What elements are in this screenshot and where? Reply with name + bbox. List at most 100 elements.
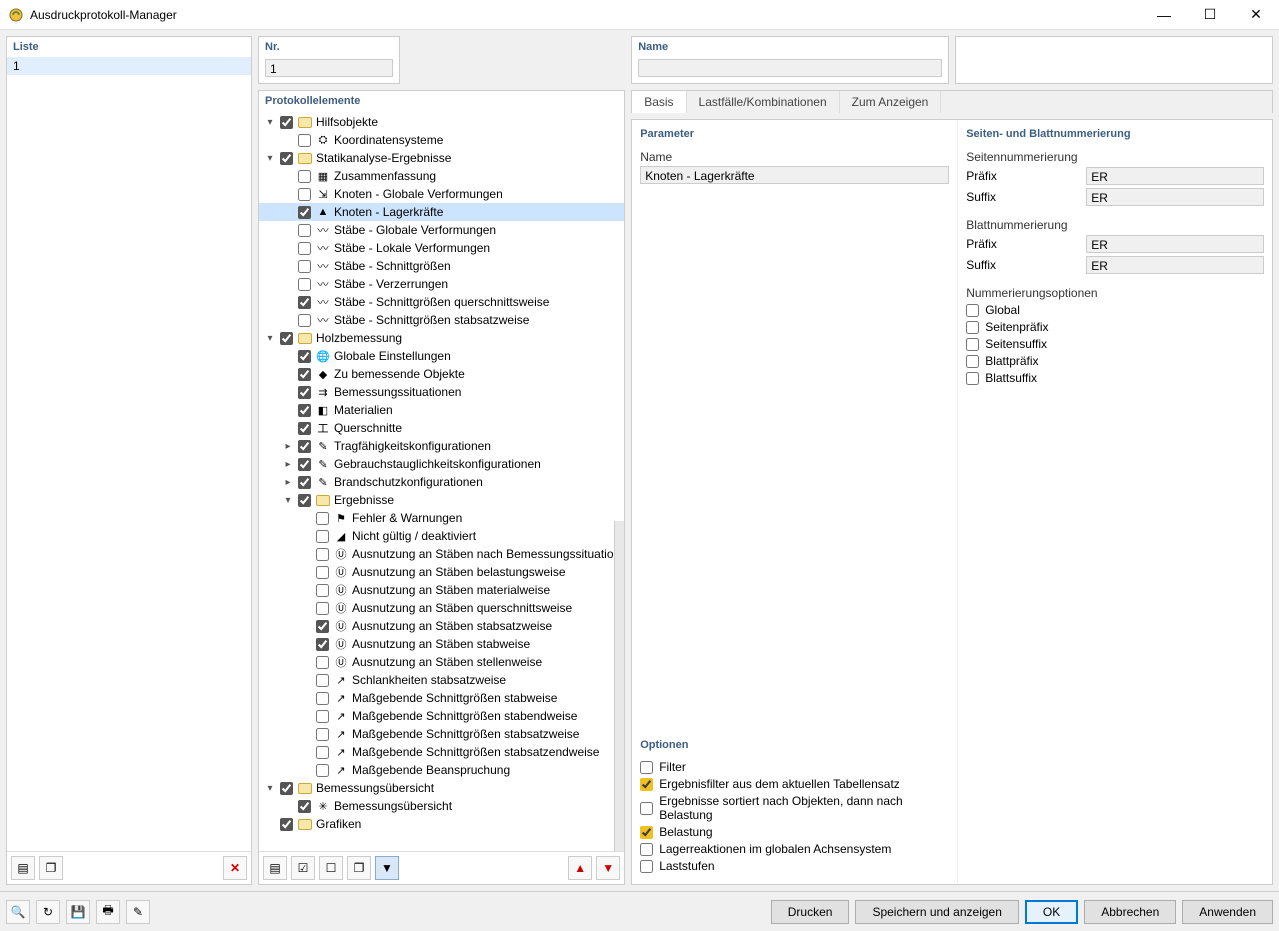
tab-lastfaelle[interactable]: Lastfälle/Kombinationen [687,91,840,113]
tree-checkbox[interactable] [298,404,311,417]
tree-node[interactable]: ▸✎Brandschutzkonfigurationen [259,473,624,491]
expand-icon[interactable]: ▾ [263,153,277,164]
copy-icon[interactable]: ❐ [39,856,63,880]
tree-node[interactable]: 〰Stäbe - Schnittgrößen querschnittsweise [259,293,624,311]
tree-copy-icon[interactable]: ❐ [347,856,371,880]
tree-checkbox[interactable] [298,206,311,219]
tree-checkbox[interactable] [298,476,311,489]
drucken-button[interactable]: Drucken [771,900,850,924]
tree-checkbox[interactable] [298,278,311,291]
tree-checkbox[interactable] [298,494,311,507]
maximize-button[interactable]: ☐ [1187,0,1233,30]
ok-button[interactable]: OK [1025,900,1078,924]
tree-checkbox[interactable] [316,656,329,669]
tree-node[interactable]: ⓊAusnutzung an Stäben materialweise [259,581,624,599]
tree-node[interactable]: ⛭Koordinatensysteme [259,131,624,149]
tree-node[interactable]: ◢Nicht gültig / deaktiviert [259,527,624,545]
delete-icon[interactable]: ✕ [223,856,247,880]
print-icon[interactable]: 🖶 [96,900,120,924]
numopt-checkbox[interactable] [966,338,979,351]
tree-checkbox[interactable] [316,746,329,759]
scrollbar[interactable] [614,521,624,851]
tree-checkbox[interactable] [316,674,329,687]
tree-uncheck-icon[interactable]: ☐ [319,856,343,880]
tree-checkbox[interactable] [298,296,311,309]
numopt-checkbox[interactable] [966,355,979,368]
tree-node[interactable]: ▾Ergebnisse [259,491,624,509]
tree-node[interactable]: 工Querschnitte [259,419,624,437]
tree-node[interactable]: ◧Materialien [259,401,624,419]
name-input[interactable] [638,59,942,77]
tree-node[interactable]: ▾Hilfsobjekte [259,113,624,131]
tree-checkbox[interactable] [298,440,311,453]
expand-icon[interactable]: ▸ [281,441,295,452]
tree-node[interactable]: ⓊAusnutzung an Stäben stellenweise [259,653,624,671]
tree-node[interactable]: ⇉Bemessungssituationen [259,383,624,401]
tree-checkbox[interactable] [298,134,311,147]
tree-node[interactable]: ✳Bemessungsübersicht [259,797,624,815]
tree-node[interactable]: ↗Maßgebende Schnittgrößen stabweise [259,689,624,707]
reload-icon[interactable]: ↻ [36,900,60,924]
tree-checkbox[interactable] [316,548,329,561]
tree-checkbox[interactable] [316,566,329,579]
tree-filter-icon[interactable]: ▼ [375,856,399,880]
option-checkbox[interactable] [640,802,653,815]
tree-checkbox[interactable] [280,818,293,831]
tree-node[interactable]: ↗Maßgebende Schnittgrößen stabsatzendwei… [259,743,624,761]
tree-check-icon[interactable]: ☑ [291,856,315,880]
tab-basis[interactable]: Basis [632,91,686,113]
tree-node[interactable]: 🌐Globale Einstellungen [259,347,624,365]
expand-icon[interactable]: ▾ [263,333,277,344]
expand-icon[interactable]: ▾ [281,495,295,506]
tree-checkbox[interactable] [280,116,293,129]
expand-icon[interactable]: ▾ [263,783,277,794]
tree-checkbox[interactable] [298,368,311,381]
tree-node[interactable]: ⓊAusnutzung an Stäben stabweise [259,635,624,653]
anwenden-button[interactable]: Anwenden [1182,900,1273,924]
tree-checkbox[interactable] [298,260,311,273]
page-prefix-input[interactable]: ER [1086,167,1264,185]
tree-node[interactable]: ▾Statikanalyse-Ergebnisse [259,149,624,167]
expand-icon[interactable]: ▸ [281,459,295,470]
tree-checkbox[interactable] [298,170,311,183]
tree-checkbox[interactable] [316,692,329,705]
abbrechen-button[interactable]: Abbrechen [1084,900,1176,924]
tree-checkbox[interactable] [316,764,329,777]
tree-node[interactable]: ▾Bemessungsübersicht [259,779,624,797]
tree-node[interactable]: Grafiken [259,815,624,833]
move-up-icon[interactable]: ▲ [568,856,592,880]
tab-anzeigen[interactable]: Zum Anzeigen [840,91,942,113]
expand-icon[interactable]: ▾ [263,117,277,128]
tree-checkbox[interactable] [298,188,311,201]
numopt-checkbox[interactable] [966,304,979,317]
translate-icon[interactable]: ✎ [126,900,150,924]
option-checkbox[interactable] [640,860,653,873]
tree-checkbox[interactable] [316,530,329,543]
tree-new-icon[interactable]: ▤ [263,856,287,880]
tree-node[interactable]: ▸✎Gebrauchstauglichkeitskonfigurationen [259,455,624,473]
tree-node[interactable]: ▾Holzbemessung [259,329,624,347]
tree-node[interactable]: ◆Zu bemessende Objekte [259,365,624,383]
tree-checkbox[interactable] [280,332,293,345]
tree-checkbox[interactable] [316,512,329,525]
close-button[interactable]: ✕ [1233,0,1279,30]
tree-checkbox[interactable] [298,242,311,255]
tree-node[interactable]: 〰Stäbe - Globale Verformungen [259,221,624,239]
tree-checkbox[interactable] [316,602,329,615]
tree-node[interactable]: ↗Maßgebende Beanspruchung [259,761,624,779]
tree-checkbox[interactable] [298,314,311,327]
tree-node[interactable]: ▲Knoten - Lagerkräfte [259,203,624,221]
tree-node[interactable]: ⓊAusnutzung an Stäben stabsatzweise [259,617,624,635]
help-icon[interactable]: 🔍 [6,900,30,924]
page-suffix-input[interactable]: ER [1086,188,1264,206]
numopt-checkbox[interactable] [966,321,979,334]
tree-node[interactable]: ▸✎Tragfähigkeitskonfigurationen [259,437,624,455]
tree-node[interactable]: 〰Stäbe - Schnittgrößen [259,257,624,275]
option-checkbox[interactable] [640,843,653,856]
tree-checkbox[interactable] [298,800,311,813]
option-checkbox[interactable] [640,826,653,839]
sheet-suffix-input[interactable]: ER [1086,256,1264,274]
tree-node[interactable]: ⓊAusnutzung an Stäben querschnittsweise [259,599,624,617]
tree-checkbox[interactable] [280,782,293,795]
new-icon[interactable]: ▤ [11,856,35,880]
